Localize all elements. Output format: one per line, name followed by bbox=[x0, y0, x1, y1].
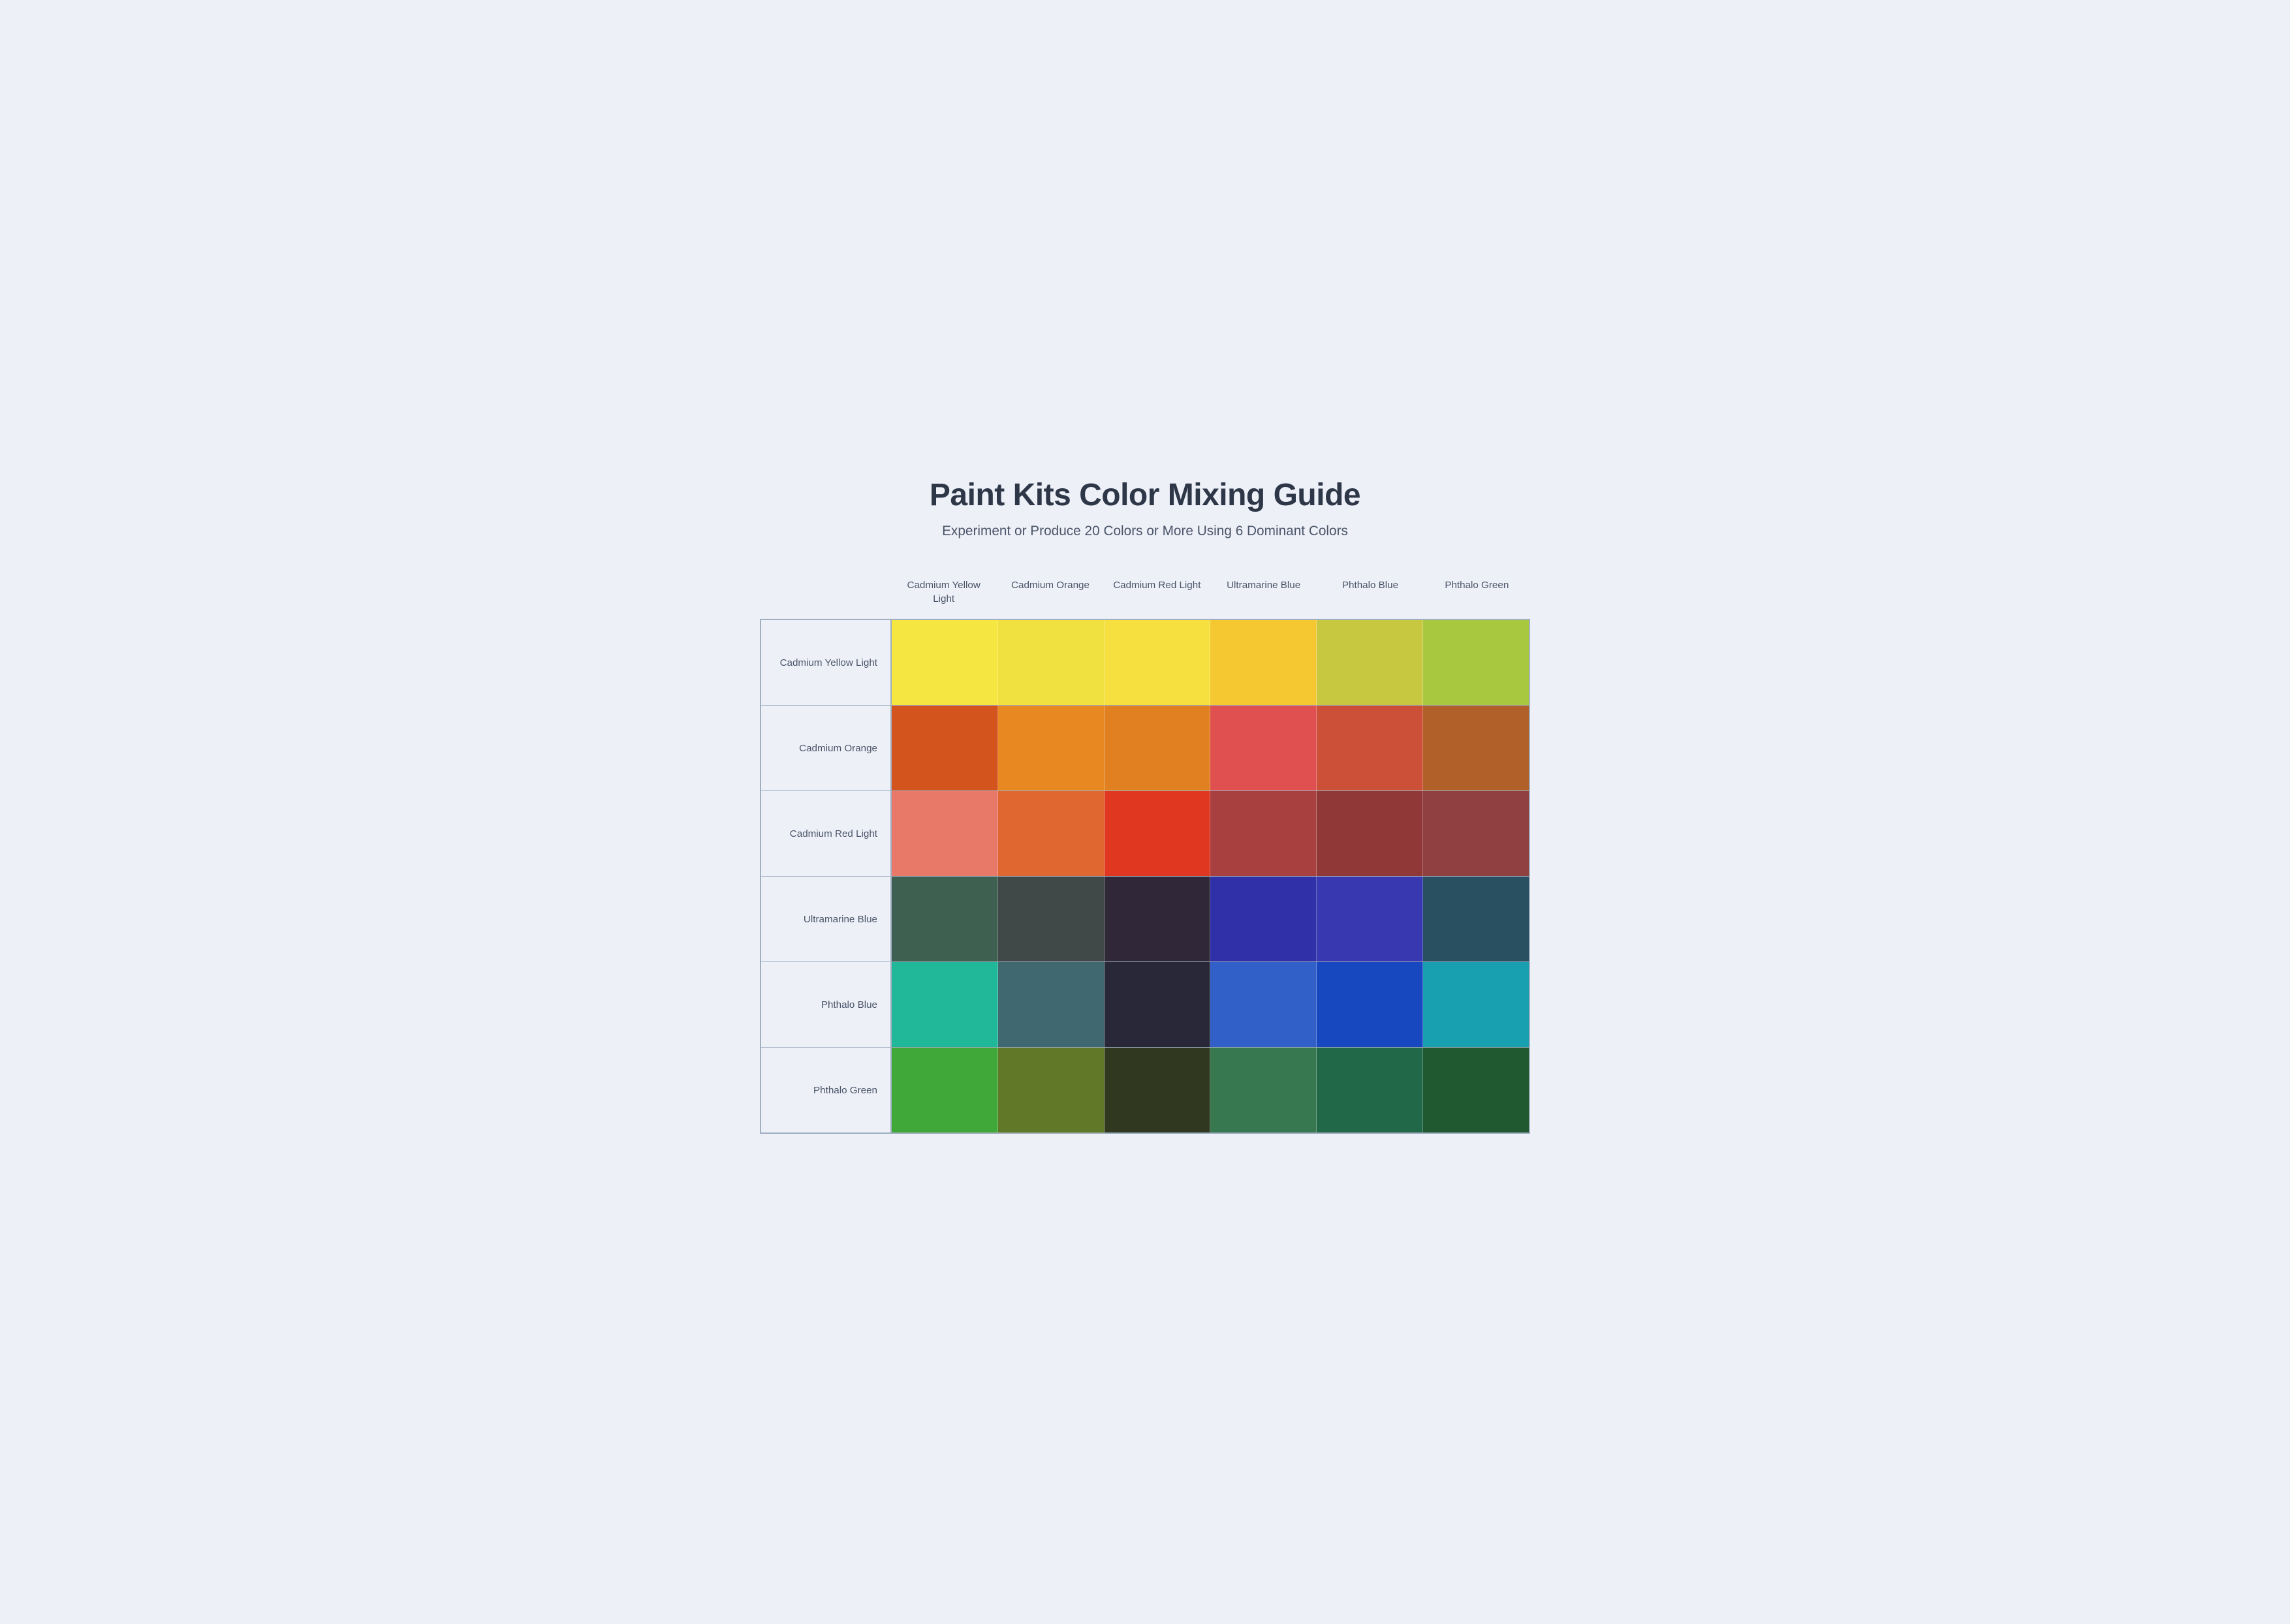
color-cell-2-3 bbox=[1210, 791, 1317, 876]
color-cell-1-3 bbox=[1210, 706, 1317, 790]
color-cell-2-0 bbox=[892, 791, 998, 876]
color-cell-4-1 bbox=[998, 962, 1105, 1047]
color-cell-0-1 bbox=[998, 620, 1105, 705]
color-cell-5-5 bbox=[1423, 1048, 1529, 1132]
color-cell-4-0 bbox=[892, 962, 998, 1047]
grid-row-4: Phthalo Blue bbox=[761, 962, 1529, 1048]
color-cell-3-1 bbox=[998, 877, 1105, 961]
page-subtitle: Experiment or Produce 20 Colors or More … bbox=[760, 523, 1530, 539]
color-cell-4-5 bbox=[1423, 962, 1529, 1047]
row-label-container-0: Cadmium Yellow Light bbox=[761, 620, 892, 705]
row-label-4: Phthalo Blue bbox=[821, 998, 877, 1012]
row-label-3: Ultramarine Blue bbox=[804, 913, 877, 926]
color-cell-5-2 bbox=[1105, 1048, 1211, 1132]
color-cell-3-5 bbox=[1423, 877, 1529, 961]
color-cell-1-2 bbox=[1105, 706, 1211, 790]
color-cells-2 bbox=[892, 791, 1529, 876]
color-cell-1-5 bbox=[1423, 706, 1529, 790]
grid-row-1: Cadmium Orange bbox=[761, 706, 1529, 791]
color-cell-3-3 bbox=[1210, 877, 1317, 961]
col-header-4: Phthalo Blue bbox=[1317, 578, 1423, 619]
color-cell-3-4 bbox=[1317, 877, 1423, 961]
row-label-container-1: Cadmium Orange bbox=[761, 706, 892, 790]
chart-wrapper: Cadmium Yellow LightCadmium OrangeCadmiu… bbox=[760, 578, 1530, 1134]
grid-row-3: Ultramarine Blue bbox=[761, 877, 1529, 962]
color-cell-5-4 bbox=[1317, 1048, 1423, 1132]
color-cell-3-2 bbox=[1105, 877, 1211, 961]
color-cell-4-4 bbox=[1317, 962, 1423, 1047]
color-cell-4-3 bbox=[1210, 962, 1317, 1047]
color-cell-3-0 bbox=[892, 877, 998, 961]
color-cell-5-3 bbox=[1210, 1048, 1317, 1132]
color-cells-4 bbox=[892, 962, 1529, 1047]
col-header-3: Ultramarine Blue bbox=[1210, 578, 1317, 619]
color-grid: Cadmium Yellow Light Cadmium Orange Cadmiu… bbox=[760, 619, 1530, 1134]
col-header-1: Cadmium Orange bbox=[997, 578, 1103, 619]
row-label-container-5: Phthalo Green bbox=[761, 1048, 892, 1132]
col-header-0: Cadmium Yellow Light bbox=[890, 578, 997, 619]
color-cells-5 bbox=[892, 1048, 1529, 1132]
page-title: Paint Kits Color Mixing Guide bbox=[760, 477, 1530, 513]
page-container: Paint Kits Color Mixing Guide Experiment… bbox=[721, 438, 1569, 1187]
color-cell-1-4 bbox=[1317, 706, 1423, 790]
color-cell-1-0 bbox=[892, 706, 998, 790]
row-label-0: Cadmium Yellow Light bbox=[780, 656, 877, 670]
col-header-2: Cadmium Red Light bbox=[1104, 578, 1210, 619]
col-header-5: Phthalo Green bbox=[1424, 578, 1530, 619]
color-cell-1-1 bbox=[998, 706, 1105, 790]
color-cell-0-3 bbox=[1210, 620, 1317, 705]
row-label-1: Cadmium Orange bbox=[799, 742, 877, 755]
color-cell-0-2 bbox=[1105, 620, 1211, 705]
header-row: Cadmium Yellow LightCadmium OrangeCadmiu… bbox=[890, 578, 1530, 619]
color-cell-0-5 bbox=[1423, 620, 1529, 705]
color-cell-0-4 bbox=[1317, 620, 1423, 705]
grid-row-0: Cadmium Yellow Light bbox=[761, 620, 1529, 706]
color-cell-5-1 bbox=[998, 1048, 1105, 1132]
color-cell-2-5 bbox=[1423, 791, 1529, 876]
row-label-2: Cadmium Red Light bbox=[790, 827, 877, 841]
color-cells-3 bbox=[892, 877, 1529, 961]
row-label-5: Phthalo Green bbox=[813, 1084, 877, 1097]
grid-row-5: Phthalo Green bbox=[761, 1048, 1529, 1132]
color-cell-5-0 bbox=[892, 1048, 998, 1132]
row-label-container-4: Phthalo Blue bbox=[761, 962, 892, 1047]
color-cell-2-4 bbox=[1317, 791, 1423, 876]
grid-row-2: Cadmium Red Light bbox=[761, 791, 1529, 877]
color-cell-2-2 bbox=[1105, 791, 1211, 876]
row-label-container-3: Ultramarine Blue bbox=[761, 877, 892, 961]
color-cells-1 bbox=[892, 706, 1529, 790]
row-label-container-2: Cadmium Red Light bbox=[761, 791, 892, 876]
color-cell-4-2 bbox=[1105, 962, 1211, 1047]
color-cells-0 bbox=[892, 620, 1529, 705]
color-cell-2-1 bbox=[998, 791, 1105, 876]
color-cell-0-0 bbox=[892, 620, 998, 705]
